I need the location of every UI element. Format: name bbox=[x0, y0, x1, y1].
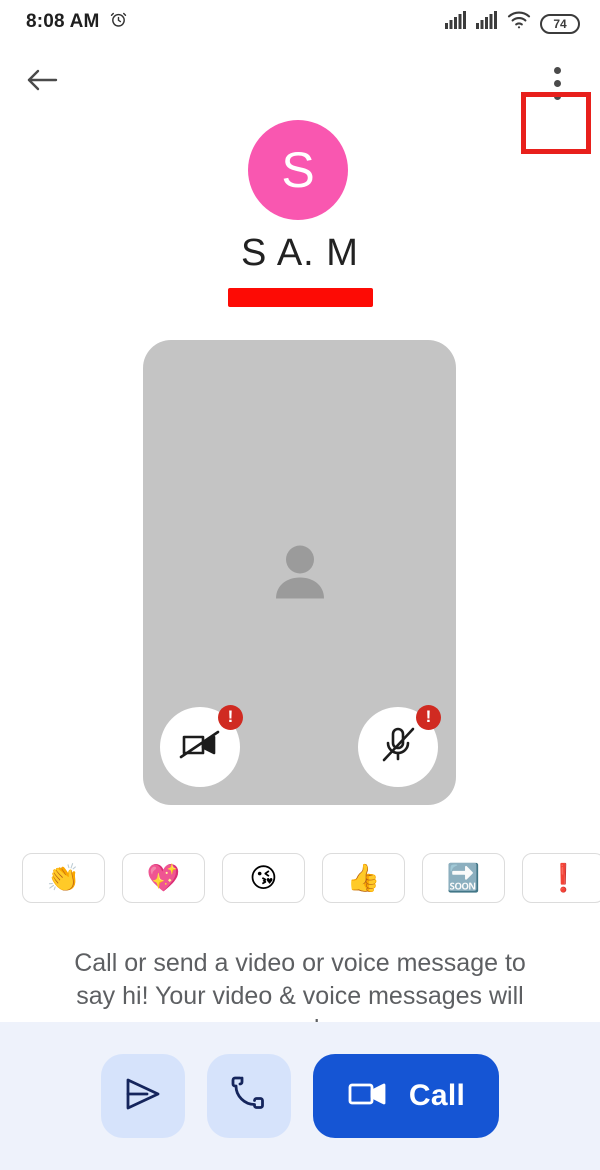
emoji-chip-kissing-face[interactable]: 😘 bbox=[222, 853, 305, 903]
person-placeholder-icon bbox=[269, 539, 331, 606]
status-bar-right: 74 bbox=[445, 10, 580, 34]
cellular-signal-icon-2 bbox=[476, 10, 498, 34]
mic-warning-badge: ! bbox=[416, 705, 441, 730]
overflow-dot bbox=[553, 79, 561, 87]
mic-warning-mark: ! bbox=[425, 707, 432, 726]
emoji-quick-reaction-row: 👏 💖 😘 👍 🔜 ❗ bbox=[22, 853, 600, 903]
mic-off-icon bbox=[380, 726, 416, 769]
phone-icon bbox=[231, 1075, 267, 1118]
mic-off-button[interactable]: ! bbox=[358, 705, 441, 787]
status-time: 8:08 AM bbox=[26, 11, 100, 32]
avatar: S bbox=[248, 120, 348, 220]
emoji-chip-soon[interactable]: 🔜 bbox=[422, 853, 505, 903]
name-redaction-bar bbox=[228, 288, 373, 307]
cellular-signal-icon bbox=[445, 10, 467, 34]
videocam-off-icon bbox=[179, 728, 221, 767]
send-message-button[interactable] bbox=[100, 1054, 185, 1138]
emoji-chip-clap[interactable]: 👏 bbox=[22, 853, 105, 903]
emoji-chip-sparkling-heart[interactable]: 💖 bbox=[122, 853, 205, 903]
camera-off-button[interactable]: ! bbox=[160, 705, 243, 787]
camera-warning-mark: ! bbox=[227, 707, 234, 726]
bottom-action-bar: Call bbox=[0, 1022, 600, 1170]
camera-warning-badge: ! bbox=[218, 705, 243, 730]
contact-name: S A. M bbox=[241, 232, 359, 274]
video-call-button[interactable]: Call bbox=[312, 1054, 500, 1138]
status-bar: 8:08 AM 74 bbox=[0, 0, 600, 44]
wifi-icon bbox=[507, 11, 531, 34]
phone-screen: 8:08 AM 74 S S A. M ! ! 👏 💖 😘 👍 🔜 ❗ Call… bbox=[0, 0, 600, 1170]
overflow-dot bbox=[553, 92, 561, 100]
battery-level: 74 bbox=[553, 16, 567, 31]
videocam-icon bbox=[347, 1078, 391, 1115]
overflow-dot bbox=[553, 66, 561, 74]
battery-icon: 74 bbox=[540, 13, 580, 34]
voice-call-button[interactable] bbox=[206, 1054, 291, 1138]
video-call-label: Call bbox=[408, 1079, 466, 1112]
send-icon bbox=[122, 1075, 164, 1118]
status-bar-left: 8:08 AM bbox=[26, 10, 128, 34]
app-bar bbox=[0, 44, 600, 154]
overflow-menu-button[interactable] bbox=[538, 60, 576, 106]
emoji-chip-exclamation[interactable]: ❗ bbox=[522, 853, 600, 903]
avatar-initial: S bbox=[281, 142, 315, 198]
video-preview-card[interactable]: ! ! bbox=[143, 340, 456, 805]
emoji-chip-thumbs-up[interactable]: 👍 bbox=[322, 853, 405, 903]
alarm-clock-icon bbox=[109, 10, 128, 34]
back-arrow-icon bbox=[26, 67, 58, 98]
back-button[interactable] bbox=[18, 58, 66, 106]
